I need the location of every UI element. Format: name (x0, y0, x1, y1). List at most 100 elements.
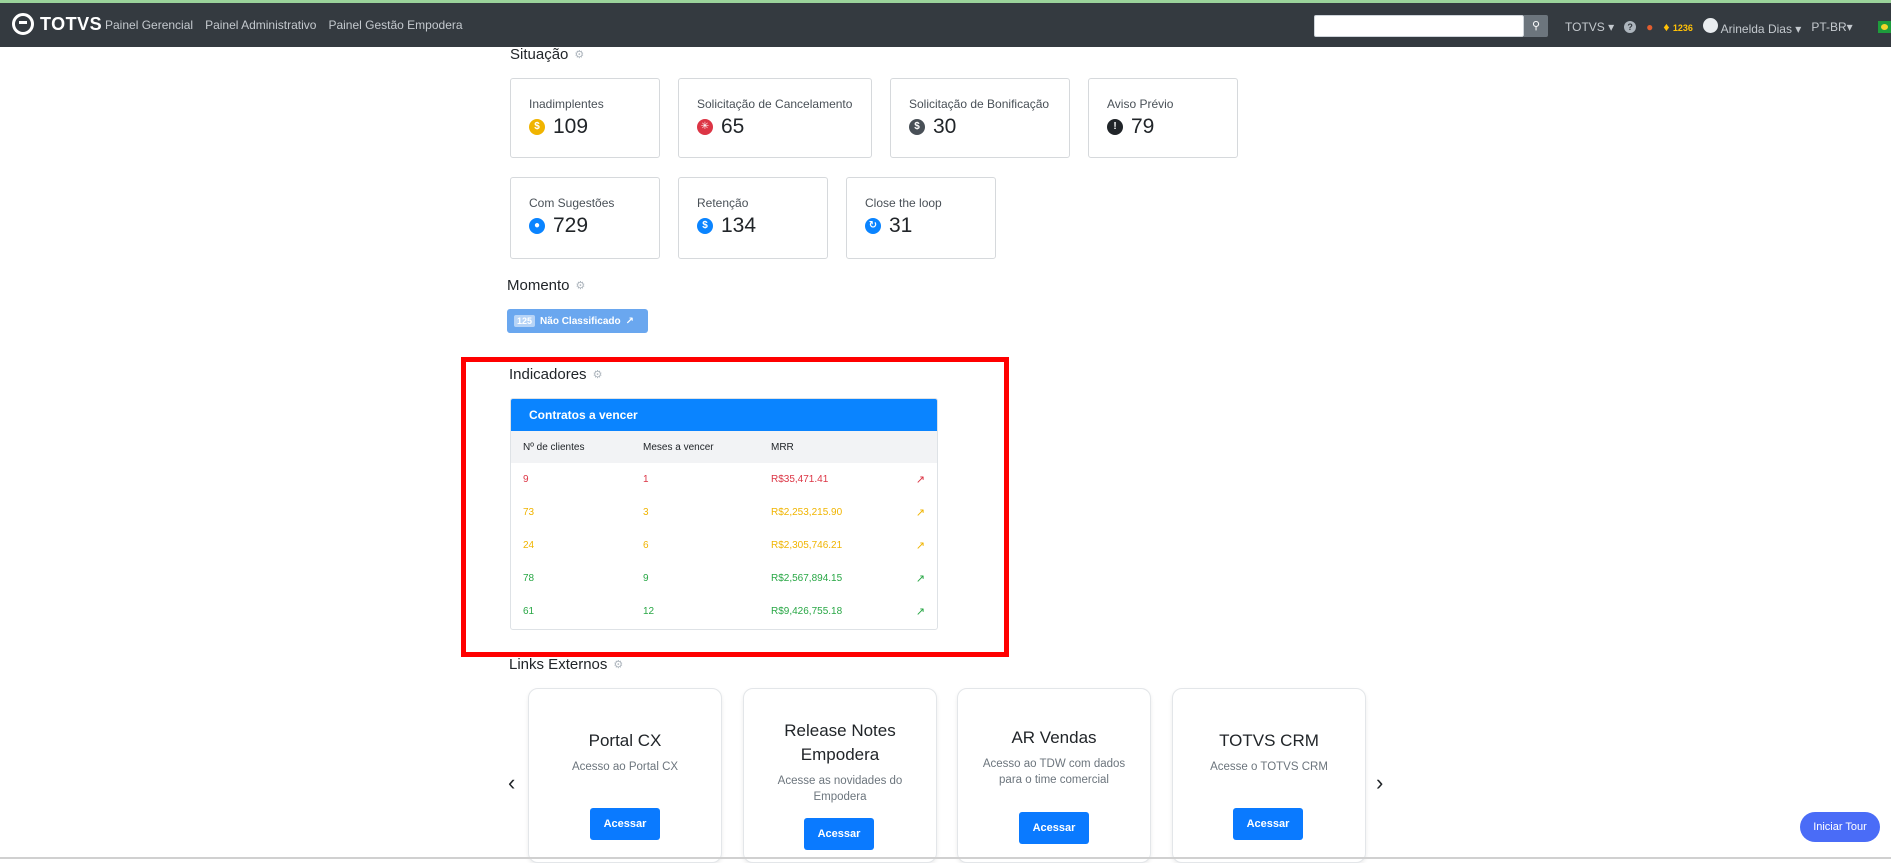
gear-icon[interactable]: ⚙ (613, 658, 623, 671)
language-label: PT-BR (1811, 20, 1847, 34)
momento-title: Momento (507, 277, 570, 294)
stat-label: Aviso Prévio (1107, 97, 1174, 111)
external-link-icon[interactable]: ↗ (916, 606, 925, 618)
cell-mrr: R$9,426,755.18 (771, 606, 843, 617)
stat-label: Inadimplentes (529, 97, 604, 111)
search-input[interactable] (1314, 15, 1524, 37)
table-row: 24 6 R$2,305,746.21 ↗ (511, 529, 937, 562)
avatar (1702, 18, 1718, 33)
user-name: Arinelda Dias (1720, 22, 1792, 36)
notifications[interactable]: ♦ 1236 (1663, 20, 1693, 34)
release-notes-access-button[interactable]: Acessar (804, 818, 874, 850)
situacao-title: Situação (510, 46, 569, 63)
table-row: 9 1 R$35,471.41 ↗ (511, 463, 937, 496)
nav-link-painel-gestao-empodera[interactable]: Painel Gestão Empodera (328, 18, 462, 32)
search-icon: ⚲ (1531, 20, 1541, 32)
momento-section-title: Momento ⚙ (507, 277, 585, 294)
cell-months: 6 (643, 540, 649, 551)
cell-months: 1 (643, 474, 649, 485)
stat-card-com-sugestoes[interactable]: Com Sugestões ● 729 (510, 177, 660, 259)
nav-link-painel-gerencial[interactable]: Painel Gerencial (105, 18, 193, 32)
stat-value: 729 (553, 214, 589, 237)
stat-card-retencao[interactable]: Retenção $ 134 (678, 177, 828, 259)
external-link-icon[interactable]: ↗ (916, 507, 925, 519)
help-icon[interactable]: ? (1624, 21, 1637, 33)
notification-count: 1236 (1672, 23, 1693, 33)
cell-mrr: R$35,471.41 (771, 474, 829, 485)
search-dollar-icon: $ (529, 119, 545, 135)
table-row: 61 12 R$9,426,755.18 ↗ (511, 595, 937, 628)
stat-value: 109 (553, 115, 589, 138)
brand-name: TOTVS (40, 13, 103, 34)
brand-logo[interactable]: TOTVS (12, 13, 102, 35)
carousel-prev-icon[interactable]: ‹ (508, 770, 515, 796)
iniciar-tour-button[interactable]: Iniciar Tour (1800, 812, 1880, 842)
language-dropdown[interactable]: PT-BR▾ (1811, 20, 1852, 34)
gear-icon[interactable]: ⚙ (576, 279, 586, 292)
totvs-crm-access-button[interactable]: Acessar (1233, 808, 1303, 840)
cell-months: 3 (643, 507, 649, 518)
stat-card-inadimplentes[interactable]: Inadimplentes $ 109 (510, 78, 660, 158)
indicadores-title: Indicadores (509, 366, 587, 383)
brazil-flag-icon[interactable] (1878, 21, 1891, 33)
stat-label: Solicitação de Bonificação (909, 97, 1050, 111)
link-card-subtitle: Acesso ao TDW com dados para o time come… (982, 758, 1126, 786)
stat-card-aviso-previo[interactable]: Aviso Prévio ! 79 (1088, 78, 1238, 158)
stat-label: Solicitação de Cancelamento (697, 97, 853, 111)
person-icon[interactable]: ● (1646, 20, 1653, 34)
cell-months: 9 (643, 573, 649, 584)
column-header-action (886, 431, 937, 463)
nav-right: TOTVS ▾ ? ● ♦ 1236 Arinelda Dias ▾ PT-BR… (1565, 18, 1853, 36)
indicadores-section-title: Indicadores ⚙ (509, 366, 602, 383)
table-title: Contratos a vencer (511, 399, 937, 431)
link-card-title: Portal CX (588, 731, 662, 750)
contratos-table-card: Contratos a vencer Nº de clientes Meses … (510, 398, 938, 630)
cell-clients: 24 (523, 540, 535, 551)
stat-label: Close the loop (865, 196, 942, 210)
external-link-icon[interactable]: ↗ (916, 573, 925, 585)
stat-card-bonificacao[interactable]: Solicitação de Bonificação $ 30 (890, 78, 1070, 158)
portal-cx-access-button[interactable]: Acessar (590, 808, 660, 840)
column-header-clientes: Nº de clientes (523, 441, 585, 453)
stat-label: Com Sugestões (529, 196, 615, 210)
table-header-row: Nº de clientes Meses a vencer MRR (511, 431, 937, 463)
stat-card-cancelamento[interactable]: Solicitação de Cancelamento ✳ 65 (678, 78, 872, 158)
search-button[interactable]: ⚲ (1524, 15, 1548, 37)
nav-links: Painel Gerencial Painel Administrativo P… (105, 18, 463, 32)
table-row: 73 3 R$2,253,215.90 ↗ (511, 496, 937, 529)
links-externos-section-title: Links Externos ⚙ (509, 656, 623, 673)
gear-icon[interactable]: ⚙ (574, 48, 584, 61)
situacao-section-title: Situação ⚙ (510, 46, 584, 63)
stat-card-close-the-loop[interactable]: Close the loop ↻ 31 (846, 177, 996, 259)
stat-value: 79 (1131, 115, 1155, 138)
comment-dollar-icon: $ (909, 119, 925, 135)
nao-classificado-button[interactable]: 125 Não Classificado ↗ (507, 309, 648, 333)
badge-label: Não Classificado (540, 315, 621, 327)
nav-link-painel-administrativo[interactable]: Painel Administrativo (205, 18, 316, 32)
gear-icon[interactable]: ⚙ (593, 368, 603, 381)
ar-vendas-access-button[interactable]: Acessar (1019, 812, 1089, 844)
stat-label: Retenção (697, 196, 749, 210)
cell-clients: 78 (523, 573, 535, 584)
external-link-icon: ↗ (625, 315, 635, 327)
table-row: 78 9 R$2,567,894.15 ↗ (511, 562, 937, 595)
stat-value: 134 (721, 214, 757, 237)
totvs-dropdown[interactable]: TOTVS ▾ (1565, 20, 1614, 34)
link-card-subtitle: Acesso ao Portal CX (571, 761, 679, 773)
cell-months: 12 (643, 606, 655, 617)
totvs-logo-icon (12, 13, 34, 35)
external-link-icon[interactable]: ↗ (916, 540, 925, 552)
hand-holding-dollar-icon: $ (697, 218, 713, 234)
stat-value: 31 (889, 214, 913, 237)
user-menu[interactable]: Arinelda Dias ▾ (1702, 18, 1801, 36)
column-header-mrr: MRR (771, 441, 794, 453)
cell-clients: 9 (523, 474, 529, 485)
cell-clients: 61 (523, 606, 535, 617)
cell-mrr: R$2,253,215.90 (771, 507, 843, 518)
carousel-next-icon[interactable]: › (1376, 770, 1383, 796)
link-card-subtitle: Acesse as novidades do Empodera (777, 775, 903, 803)
top-navbar: TOTVS Painel Gerencial Painel Administra… (0, 3, 1891, 47)
bell-icon: ♦ (1663, 20, 1670, 34)
column-header-meses: Meses a vencer (643, 441, 714, 453)
external-link-icon[interactable]: ↗ (916, 474, 925, 486)
